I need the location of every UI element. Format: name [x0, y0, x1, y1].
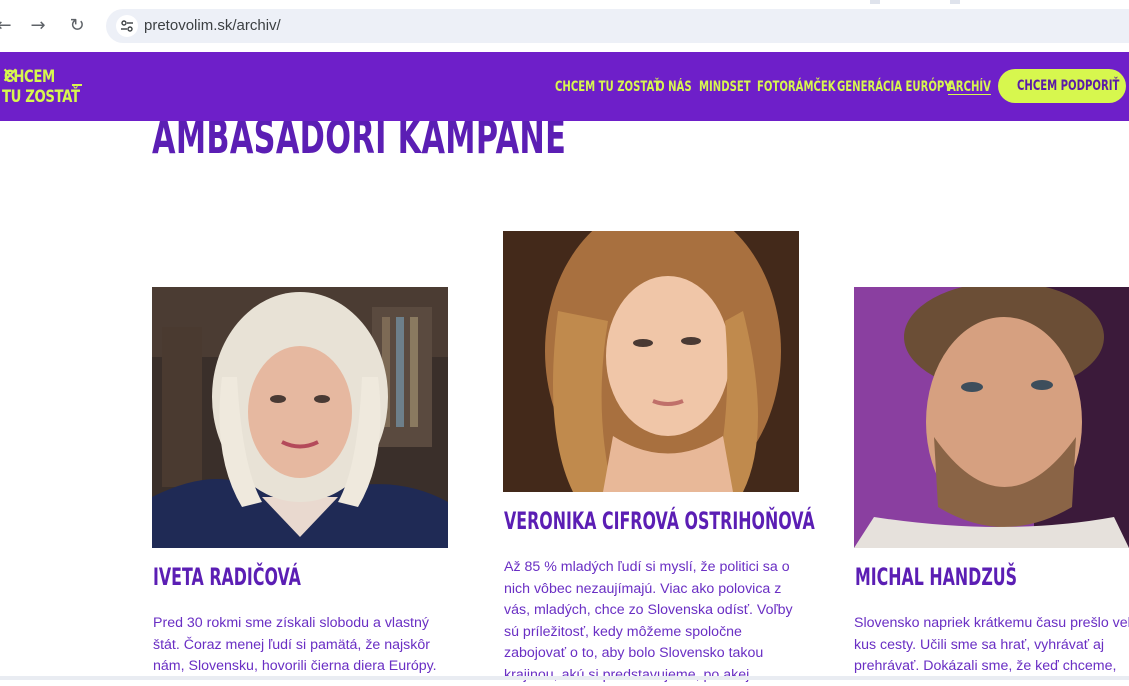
quote-line: štát. Čoraz menej ľudí si pamätá, že naj…	[153, 635, 437, 657]
ambassador-photo	[503, 231, 799, 492]
ambassador-photo	[152, 287, 448, 548]
reload-icon[interactable]: ↻	[65, 14, 89, 38]
ambassador-quote: Pred 30 rokmi sme získali slobodu a vlas…	[153, 613, 437, 678]
ambassador-name: MICHAL HANDZUŠ	[855, 563, 1017, 591]
ambassador-name: VERONIKA CIFROVÁ OSTRIHOŇOVÁ	[504, 507, 815, 535]
nav-o-nas[interactable]: O NÁS	[656, 79, 692, 95]
back-arrow-icon[interactable]: ←	[0, 14, 16, 38]
nav-chcem-tu-zostat[interactable]: CHCEM TU ZOSTAŤ	[555, 79, 660, 95]
quote-line: Až 85 % mladých ľudí si myslí, že politi…	[504, 557, 793, 579]
support-button[interactable]: CHCEM PODPORIŤ	[998, 69, 1126, 103]
address-bar[interactable]: pretovolim.sk/archiv/	[106, 9, 1129, 43]
tune-icon[interactable]	[116, 15, 138, 37]
quote-line: vás, mladých, chce zo Slovenska odísť. V…	[504, 600, 793, 622]
quote-line: Pred 30 rokmi sme získali slobodu a vlas…	[153, 613, 437, 635]
site-logo[interactable]: ✕ CHCEM TU ZOSTAŤ	[2, 65, 92, 111]
nav-mindset[interactable]: MINDSET	[699, 79, 751, 95]
browser-toolbar: ← → ↻ pretovolim.sk/archiv/	[0, 0, 1129, 53]
quote-line: kus cesty. Učili sme sa hrať, vyhrávať a…	[854, 635, 1129, 657]
quote-line: nám, Slovensku, hovorili čierna diera Eu…	[153, 656, 437, 678]
quote-line: zabojovať o to, aby bolo Slovensko takou	[504, 643, 793, 665]
logo-line-2: TU ZOSTAŤ	[2, 87, 80, 107]
tab-strip	[0, 0, 1129, 4]
active-tab-edge	[0, 0, 870, 4]
nav-generacia-europy[interactable]: GENERÁCIA EURÓPY	[837, 79, 952, 95]
nav-fotoramcek[interactable]: FOTORÁMČEK	[757, 79, 836, 95]
viewport-bottom-edge	[0, 676, 1129, 680]
ambassador-quote: Až 85 % mladých ľudí si myslí, že politi…	[504, 557, 793, 686]
forward-arrow-icon[interactable]: →	[26, 14, 50, 38]
ambassador-quote: Slovensko napriek krátkemu času prešlo v…	[854, 613, 1129, 678]
ambassador-name: IVETA RADIČOVÁ	[153, 563, 301, 591]
tab-edge	[880, 0, 950, 4]
nav-archiv[interactable]: ARCHÍV	[948, 79, 991, 95]
url-text[interactable]: pretovolim.sk/archiv/	[144, 17, 281, 34]
tab-edge	[960, 0, 1129, 4]
ambassador-photo	[854, 287, 1129, 548]
logo-dash	[72, 84, 82, 86]
quote-line: nich vôbec nezaujímajú. Viac ako polovic…	[504, 579, 793, 601]
support-button-label: CHCEM PODPORIŤ	[1017, 78, 1119, 94]
logo-line-1: CHCEM	[4, 67, 55, 87]
quote-line: prehrávať. Dokázali sme, že keď chceme,	[854, 656, 1129, 678]
quote-line: sú príležitosť, kedy môžeme spoločne	[504, 622, 793, 644]
quote-line: Slovensko napriek krátkemu času prešlo v…	[854, 613, 1129, 635]
